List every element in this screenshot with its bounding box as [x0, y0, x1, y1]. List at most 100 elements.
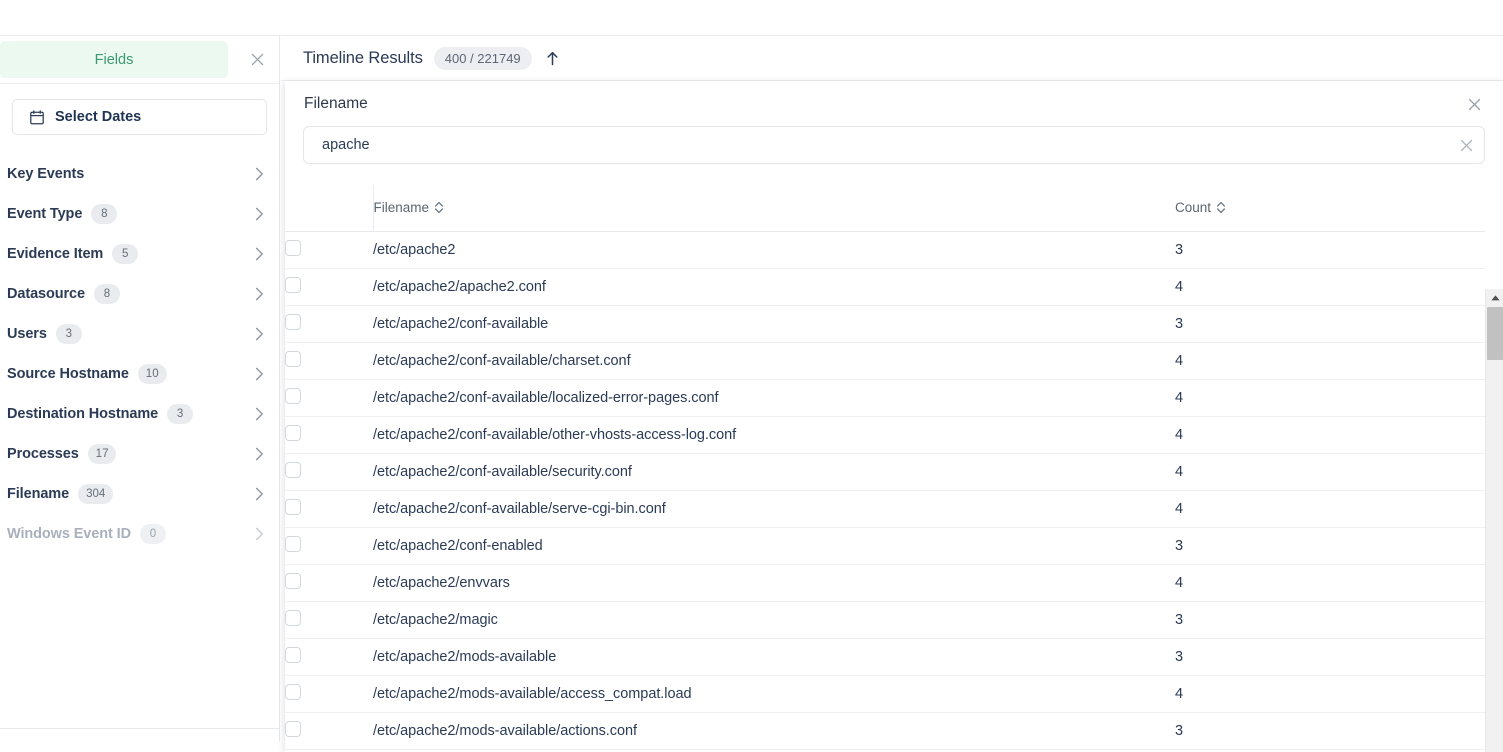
- chevron-right-icon[interactable]: [255, 167, 264, 181]
- row-filename: /etc/apache2/conf-available/charset.conf: [373, 342, 1175, 380]
- column-header-count[interactable]: Count: [1175, 185, 1485, 232]
- row-checkbox[interactable]: [285, 498, 301, 515]
- close-icon[interactable]: [1448, 127, 1484, 163]
- timeline-results-header: Timeline Results 400 / 221749: [281, 35, 1503, 81]
- field-category-list: Key Events Event Type 8 Evidence Item 5 Datas…: [0, 154, 279, 554]
- tab-fields-label: Fields: [94, 51, 134, 68]
- table-row[interactable]: /etc/apache2/conf-available/other-vhosts…: [285, 416, 1485, 454]
- column-header-filename[interactable]: Filename: [373, 185, 1175, 232]
- select-dates-button[interactable]: Select Dates: [12, 99, 267, 135]
- row-checkbox-cell: [285, 416, 373, 454]
- row-checkbox[interactable]: [285, 646, 301, 663]
- column-header-count-label: Count: [1175, 200, 1212, 216]
- chevron-right-icon[interactable]: [255, 407, 264, 421]
- close-icon[interactable]: [1465, 95, 1483, 113]
- table-row[interactable]: /etc/apache2 3: [285, 231, 1485, 269]
- sidebar-item-label: Filename: [7, 486, 70, 502]
- row-checkbox[interactable]: [285, 276, 301, 293]
- sidebar-item-label: Datasource: [7, 286, 85, 302]
- row-filename: /etc/apache2/conf-available/serve-cgi-bi…: [373, 490, 1175, 528]
- sidebar-item-badge: 3: [167, 404, 194, 424]
- sidebar-item-label: Users: [7, 326, 47, 342]
- row-checkbox[interactable]: [285, 313, 301, 330]
- search-input[interactable]: [304, 127, 1448, 163]
- chevron-right-icon[interactable]: [255, 207, 264, 221]
- row-checkbox[interactable]: [285, 720, 301, 737]
- sidebar-item-label: Key Events: [7, 166, 85, 182]
- vertical-scrollbar[interactable]: [1485, 289, 1503, 752]
- sidebar-item-filename[interactable]: Filename 304: [0, 474, 279, 514]
- sidebar-item-windows-event-id[interactable]: Windows Event ID 0: [0, 514, 279, 554]
- row-count: 4: [1175, 675, 1485, 713]
- table-row[interactable]: /etc/apache2/conf-available/serve-cgi-bi…: [285, 490, 1485, 528]
- chevron-right-icon[interactable]: [255, 447, 264, 461]
- row-checkbox[interactable]: [285, 350, 301, 367]
- row-checkbox[interactable]: [285, 461, 301, 478]
- row-checkbox-cell: [285, 675, 373, 713]
- sidebar-item-event-type[interactable]: Event Type 8: [0, 194, 279, 234]
- row-checkbox[interactable]: [285, 387, 301, 404]
- chevron-right-icon[interactable]: [255, 527, 264, 541]
- sidebar-item-users[interactable]: Users 3: [0, 314, 279, 354]
- row-count: 4: [1175, 453, 1485, 491]
- sort-icon[interactable]: [434, 201, 444, 214]
- row-filename: /etc/apache2/mods-available: [373, 638, 1175, 676]
- sidebar-divider: [0, 728, 280, 729]
- sidebar-item-destination-hostname[interactable]: Destination Hostname 3: [0, 394, 279, 434]
- sidebar-item-badge: 3: [55, 324, 82, 344]
- table-row[interactable]: /etc/apache2/mods-available/actions.conf…: [285, 712, 1485, 750]
- table-row[interactable]: /etc/apache2/magic 3: [285, 601, 1485, 639]
- sidebar-item-key-events[interactable]: Key Events: [0, 154, 279, 194]
- calendar-icon: [30, 109, 44, 125]
- table-row[interactable]: /etc/apache2/mods-available 3: [285, 638, 1485, 676]
- row-checkbox-cell: [285, 268, 373, 306]
- row-filename: /etc/apache2/conf-available: [373, 305, 1175, 343]
- arrow-up-icon[interactable]: [546, 51, 559, 66]
- table-row[interactable]: /etc/apache2/conf-available/charset.conf…: [285, 342, 1485, 380]
- row-checkbox[interactable]: [285, 535, 301, 552]
- table-row[interactable]: /etc/apache2/mods-available/access_compa…: [285, 675, 1485, 713]
- table-row[interactable]: /etc/apache2/conf-available 3: [285, 305, 1485, 343]
- triangle-up-icon[interactable]: [1486, 289, 1503, 306]
- tab-fields[interactable]: Fields: [0, 41, 228, 78]
- row-count: 4: [1175, 379, 1485, 417]
- row-checkbox-cell: [285, 342, 373, 380]
- sidebar-item-label: Processes: [7, 446, 79, 462]
- row-count: 4: [1175, 416, 1485, 454]
- sidebar-item-processes[interactable]: Processes 17: [0, 434, 279, 474]
- scrollbar-thumb[interactable]: [1487, 307, 1503, 360]
- row-checkbox-cell: [285, 712, 373, 750]
- filename-filter-dialog: Filename apache Filename Count /etc/apac…: [285, 81, 1503, 752]
- table-row[interactable]: /etc/apache2/apache2.conf 4: [285, 268, 1485, 306]
- row-count: 4: [1175, 490, 1485, 528]
- chevron-right-icon[interactable]: [255, 287, 264, 301]
- row-count: 4: [1175, 268, 1485, 306]
- chevron-right-icon[interactable]: [255, 367, 264, 381]
- table-row[interactable]: /etc/apache2/envvars 4: [285, 564, 1485, 602]
- row-checkbox[interactable]: [285, 239, 301, 256]
- row-checkbox-cell: [285, 601, 373, 639]
- row-count: 4: [1175, 342, 1485, 380]
- sort-icon[interactable]: [1216, 201, 1226, 214]
- table-header: Filename Count: [285, 185, 1485, 232]
- row-checkbox-cell: [285, 379, 373, 417]
- close-icon[interactable]: [248, 50, 266, 68]
- table-row[interactable]: /etc/apache2/conf-available/localized-er…: [285, 379, 1485, 417]
- row-checkbox[interactable]: [285, 683, 301, 700]
- chevron-right-icon[interactable]: [255, 327, 264, 341]
- sidebar-item-badge: 8: [91, 204, 118, 224]
- sidebar-item-source-hostname[interactable]: Source Hostname 10: [0, 354, 279, 394]
- sidebar-item-evidence-item[interactable]: Evidence Item 5: [0, 234, 279, 274]
- table-row[interactable]: /etc/apache2/conf-available/security.con…: [285, 453, 1485, 491]
- row-checkbox[interactable]: [285, 424, 301, 441]
- column-header-checkbox: [285, 185, 374, 232]
- sidebar-item-datasource[interactable]: Datasource 8: [0, 274, 279, 314]
- row-filename: /etc/apache2/mods-available/actions.conf: [373, 712, 1175, 750]
- row-checkbox[interactable]: [285, 609, 301, 626]
- chevron-right-icon[interactable]: [255, 247, 264, 261]
- table-row[interactable]: /etc/apache2/conf-enabled 3: [285, 527, 1485, 565]
- row-checkbox[interactable]: [285, 572, 301, 589]
- row-checkbox-cell: [285, 527, 373, 565]
- table-scroll-port[interactable]: Filename Count /etc/apache2 3 /etc/apach…: [285, 185, 1485, 752]
- chevron-right-icon[interactable]: [255, 487, 264, 501]
